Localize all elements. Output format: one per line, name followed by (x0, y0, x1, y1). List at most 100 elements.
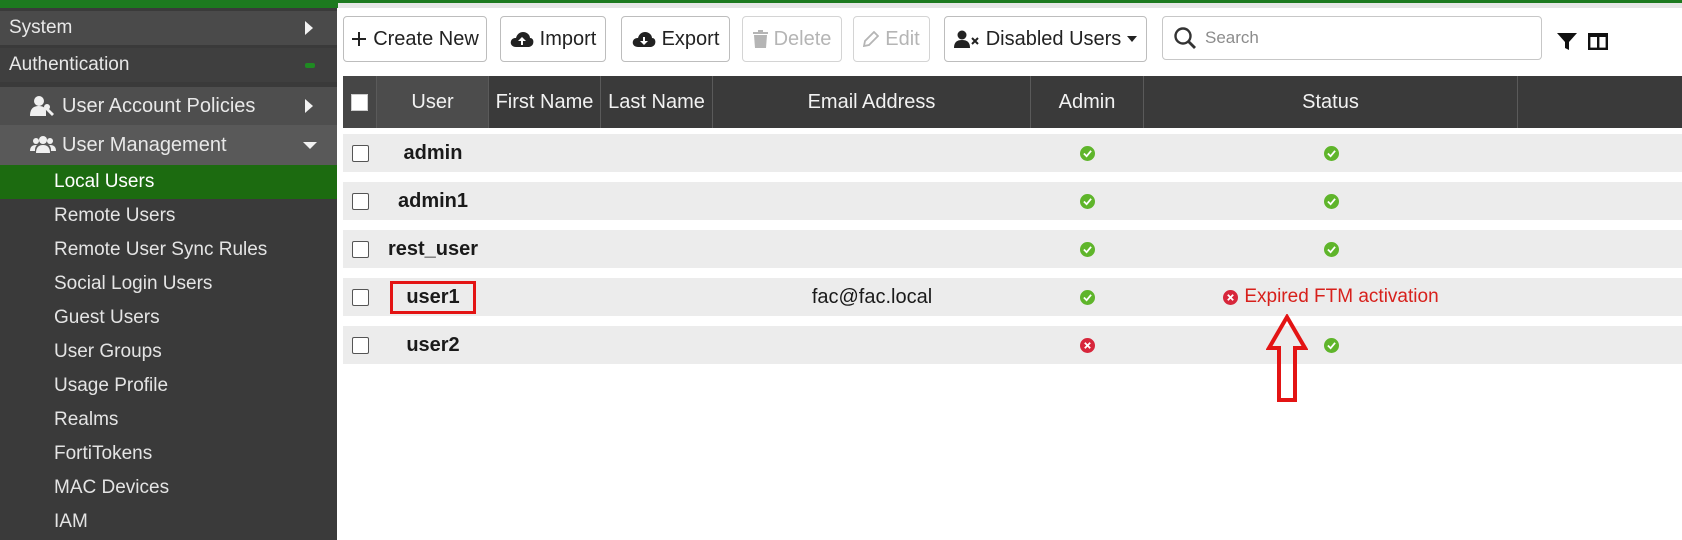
user-email (713, 230, 1031, 268)
sidebar-item-label: Local Users (54, 171, 155, 192)
column-header-label: Email Address (807, 90, 936, 113)
caret-down-icon (303, 141, 317, 149)
disabled-users-label: Disabled Users (985, 27, 1122, 50)
sidebar-item-label: Realms (54, 409, 119, 430)
row-checkbox[interactable] (351, 288, 369, 306)
table-row[interactable]: admin1 (343, 182, 1682, 220)
column-header-label: Last Name (608, 90, 705, 113)
column-header-user[interactable]: User (377, 76, 489, 128)
user-email (713, 326, 1031, 364)
import-label: Import (539, 27, 597, 50)
cloud-upload-icon (510, 32, 534, 47)
select-all-cell (343, 76, 377, 128)
sidebar-item-label: MAC Devices (54, 477, 170, 498)
column-header-status[interactable]: Status (1144, 76, 1518, 128)
user-name: admin (403, 141, 463, 164)
column-header-label: Status (1302, 90, 1359, 113)
column-header-label: Admin (1058, 90, 1116, 113)
up-arrow-annotation-icon (1266, 314, 1308, 402)
user-name-highlighted: user1 (390, 280, 476, 314)
sidebar-item-label: Remote Users (54, 205, 176, 226)
sidebar-item-label: Social Login Users (54, 273, 213, 294)
edit-label: Edit (885, 27, 920, 50)
sidebar-item-user-account-policies[interactable]: User Account Policies (0, 87, 337, 125)
delete-button[interactable]: Delete (742, 16, 842, 62)
filter-icon[interactable] (1557, 33, 1577, 51)
sidebar-item-remote-users[interactable]: Remote Users (0, 199, 337, 233)
sidebar-item-label: Authentication (9, 54, 130, 75)
user-email: fac@fac.local (811, 285, 933, 308)
row-checkbox[interactable] (351, 144, 369, 162)
sidebar-item-user-management[interactable]: User Management (0, 125, 337, 165)
status-error-text: Expired FTM activation (1244, 286, 1439, 307)
status-ok-icon (1323, 337, 1339, 353)
table-row[interactable]: rest_user (343, 230, 1682, 268)
sidebar-item-label: System (9, 17, 73, 38)
sidebar-item-user-groups[interactable]: User Groups (0, 335, 337, 369)
user-email (713, 134, 1031, 172)
admin-error-icon (1080, 337, 1095, 353)
search-input[interactable] (1205, 28, 1525, 48)
row-checkbox[interactable] (351, 192, 369, 210)
user-email (713, 182, 1031, 220)
edit-button[interactable]: Edit (853, 16, 930, 62)
column-header-first-name[interactable]: First Name (489, 76, 601, 128)
sidebar-item-iam[interactable]: IAM (0, 505, 337, 539)
users-icon (30, 134, 56, 156)
user-disabled-icon (953, 30, 979, 48)
sidebar-item-label: User Management (62, 133, 227, 156)
sidebar-item-fortitokens[interactable]: FortiTokens (0, 437, 337, 471)
chevron-down-icon (1127, 36, 1138, 42)
sidebar-item-authentication[interactable]: Authentication (0, 48, 337, 82)
table-row[interactable]: user1 fac@fac.local Expired FTM activati… (343, 278, 1682, 316)
sidebar-item-realms[interactable]: Realms (0, 403, 337, 437)
create-new-label: Create New (373, 27, 479, 50)
column-header-label: First Name (495, 90, 594, 113)
sidebar-item-usage-profile[interactable]: Usage Profile (0, 369, 337, 403)
columns-icon[interactable] (1588, 33, 1608, 50)
toolbar: Create New Import Export Delete Edit Dis… (338, 8, 1682, 68)
sidebar-item-label: User Groups (54, 341, 162, 362)
status-ok-icon (1323, 145, 1339, 161)
export-button[interactable]: Export (621, 16, 730, 62)
status-error: Expired FTM activation (1223, 286, 1439, 308)
sidebar-item-remote-user-sync-rules[interactable]: Remote User Sync Rules (0, 233, 337, 267)
select-all-checkbox[interactable] (351, 93, 368, 111)
search-icon (1174, 27, 1196, 49)
export-label: Export (661, 27, 720, 50)
table-row[interactable]: user2 (343, 326, 1682, 364)
sidebar-item-label: FortiTokens (54, 443, 153, 464)
sidebar-item-label: IAM (54, 511, 88, 532)
sidebar-item-label: Usage Profile (54, 375, 169, 396)
user-name: user2 (406, 333, 460, 356)
sidebar-item-system[interactable]: System (0, 11, 337, 45)
user-name: rest_user (387, 237, 479, 260)
plus-icon (352, 32, 367, 46)
admin-ok-icon (1080, 241, 1095, 257)
row-checkbox[interactable] (351, 336, 369, 354)
delete-label: Delete (773, 27, 832, 50)
column-header-admin[interactable]: Admin (1031, 76, 1144, 128)
sidebar-item-social-login-users[interactable]: Social Login Users (0, 267, 337, 301)
sidebar-item-label: Guest Users (54, 307, 160, 328)
row-checkbox[interactable] (351, 240, 369, 258)
sidebar: System Authentication User Account Polic… (0, 8, 337, 540)
column-header-last-name[interactable]: Last Name (601, 76, 713, 128)
column-header-empty (1518, 76, 1682, 128)
sidebar-item-local-users[interactable]: Local Users (0, 165, 337, 199)
search-box[interactable] (1162, 16, 1542, 60)
user-name: admin1 (397, 189, 469, 212)
status-ok-icon (1323, 193, 1339, 209)
column-header-label: User (411, 90, 454, 113)
sidebar-item-label: Remote User Sync Rules (54, 239, 268, 260)
top-strip (0, 0, 1682, 8)
cloud-download-icon (632, 32, 655, 47)
column-header-email[interactable]: Email Address (713, 76, 1031, 128)
create-new-button[interactable]: Create New (343, 16, 487, 62)
import-button[interactable]: Import (500, 16, 606, 62)
table-row[interactable]: admin (343, 134, 1682, 172)
sidebar-item-mac-devices[interactable]: MAC Devices (0, 471, 337, 505)
sidebar-item-guest-users[interactable]: Guest Users (0, 301, 337, 335)
admin-ok-icon (1080, 289, 1095, 305)
disabled-users-dropdown[interactable]: Disabled Users (944, 16, 1147, 62)
